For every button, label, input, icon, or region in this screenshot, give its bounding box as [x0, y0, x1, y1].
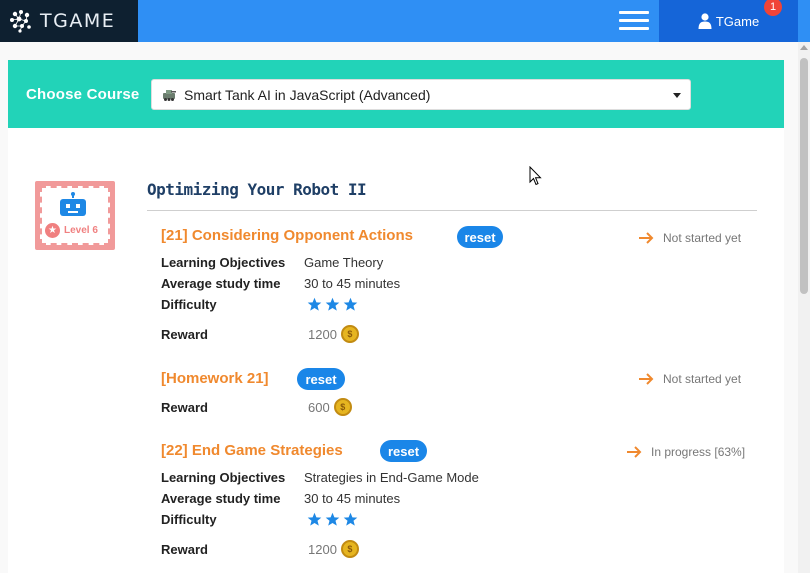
reward-value: 1200 $: [308, 540, 359, 558]
mouse-cursor-icon: [529, 166, 542, 186]
difficulty-stars: [307, 297, 361, 312]
study-time-value: 30 to 45 minutes: [304, 491, 401, 506]
reward-label: Reward: [161, 542, 208, 557]
reset-button[interactable]: reset: [380, 440, 427, 462]
level-label: Level 6: [64, 225, 98, 236]
lesson-status-text: In progress [63%]: [651, 445, 746, 459]
difficulty-label: Difficulty: [161, 512, 217, 527]
star-icon: [325, 297, 340, 311]
chevron-down-icon: [673, 93, 681, 98]
coin-icon: $: [333, 398, 352, 416]
lesson-status: Not started yet: [638, 372, 741, 386]
homework-title[interactable]: [Homework 21]: [161, 370, 269, 387]
reset-button[interactable]: reset: [297, 368, 345, 390]
star-icon: [307, 512, 322, 526]
star-icon: [325, 512, 340, 526]
coin-icon: $: [340, 540, 359, 558]
logo-text: TGAME: [40, 10, 116, 32]
reset-button[interactable]: reset: [457, 226, 503, 248]
brain-logo-icon: [10, 10, 31, 33]
scroll-thumb[interactable]: [800, 58, 808, 294]
vertical-scrollbar[interactable]: [798, 42, 810, 573]
arrow-right-icon: [627, 446, 642, 458]
tank-course-icon: [163, 89, 176, 101]
level-indicator: ★ Level 6: [45, 223, 98, 238]
course-select-value: Smart Tank AI in JavaScript (Advanced): [184, 86, 431, 103]
star-circle-icon: ★: [45, 223, 60, 238]
course-select[interactable]: Smart Tank AI in JavaScript (Advanced): [151, 79, 691, 110]
reward-value: 600 $: [308, 398, 352, 416]
reward-amount: 1200: [308, 541, 337, 557]
hamburger-menu-icon[interactable]: [619, 11, 649, 31]
star-icon: [343, 512, 358, 526]
lesson-status: In progress [63%]: [626, 445, 745, 459]
reward-value: 1200 $: [308, 325, 359, 343]
star-icon: [343, 297, 358, 311]
study-time-label: Average study time: [161, 276, 281, 291]
user-icon: [698, 13, 712, 29]
lesson-status: Not started yet: [638, 231, 741, 245]
star-icon: [307, 297, 322, 311]
difficulty-stars: [307, 512, 361, 527]
lesson-status-text: Not started yet: [663, 231, 742, 245]
study-time-label: Average study time: [161, 491, 281, 506]
arrow-right-icon: [639, 232, 654, 244]
objectives-label: Learning Objectives: [161, 255, 286, 270]
lesson-title[interactable]: [21] Considering Opponent Actions: [161, 227, 413, 244]
study-time-value: 30 to 45 minutes: [304, 276, 401, 291]
reward-amount: 600: [308, 399, 330, 415]
robot-icon: [60, 192, 86, 216]
section-divider: [147, 210, 757, 211]
lesson-title[interactable]: [22] End Game Strategies: [161, 442, 343, 459]
section-title: Optimizing Your Robot II: [147, 180, 367, 199]
reward-label: Reward: [161, 327, 208, 342]
user-name: TGame: [715, 13, 760, 29]
arrow-right-icon: [639, 373, 654, 385]
reward-label: Reward: [161, 400, 208, 415]
scroll-up-arrow-icon[interactable]: [800, 45, 808, 50]
course-selector-bar: Choose Course Smart Tank AI in JavaScrip…: [8, 60, 784, 128]
page: TGAME TGame 1 Choose Course Smart Tank A…: [0, 0, 810, 573]
top-navbar: TGAME TGame 1: [0, 0, 810, 42]
objectives-label: Learning Objectives: [161, 470, 286, 485]
logo[interactable]: TGAME: [0, 0, 138, 42]
difficulty-label: Difficulty: [161, 297, 217, 312]
objectives-value: Game Theory: [304, 255, 384, 270]
reward-amount: 1200: [308, 326, 337, 342]
level-badge: ★ Level 6: [35, 181, 115, 250]
objectives-value: Strategies in End-Game Mode: [304, 470, 479, 485]
lesson-status-text: Not started yet: [663, 372, 742, 386]
course-label: Choose Course: [26, 86, 140, 103]
coin-icon: $: [340, 325, 359, 343]
